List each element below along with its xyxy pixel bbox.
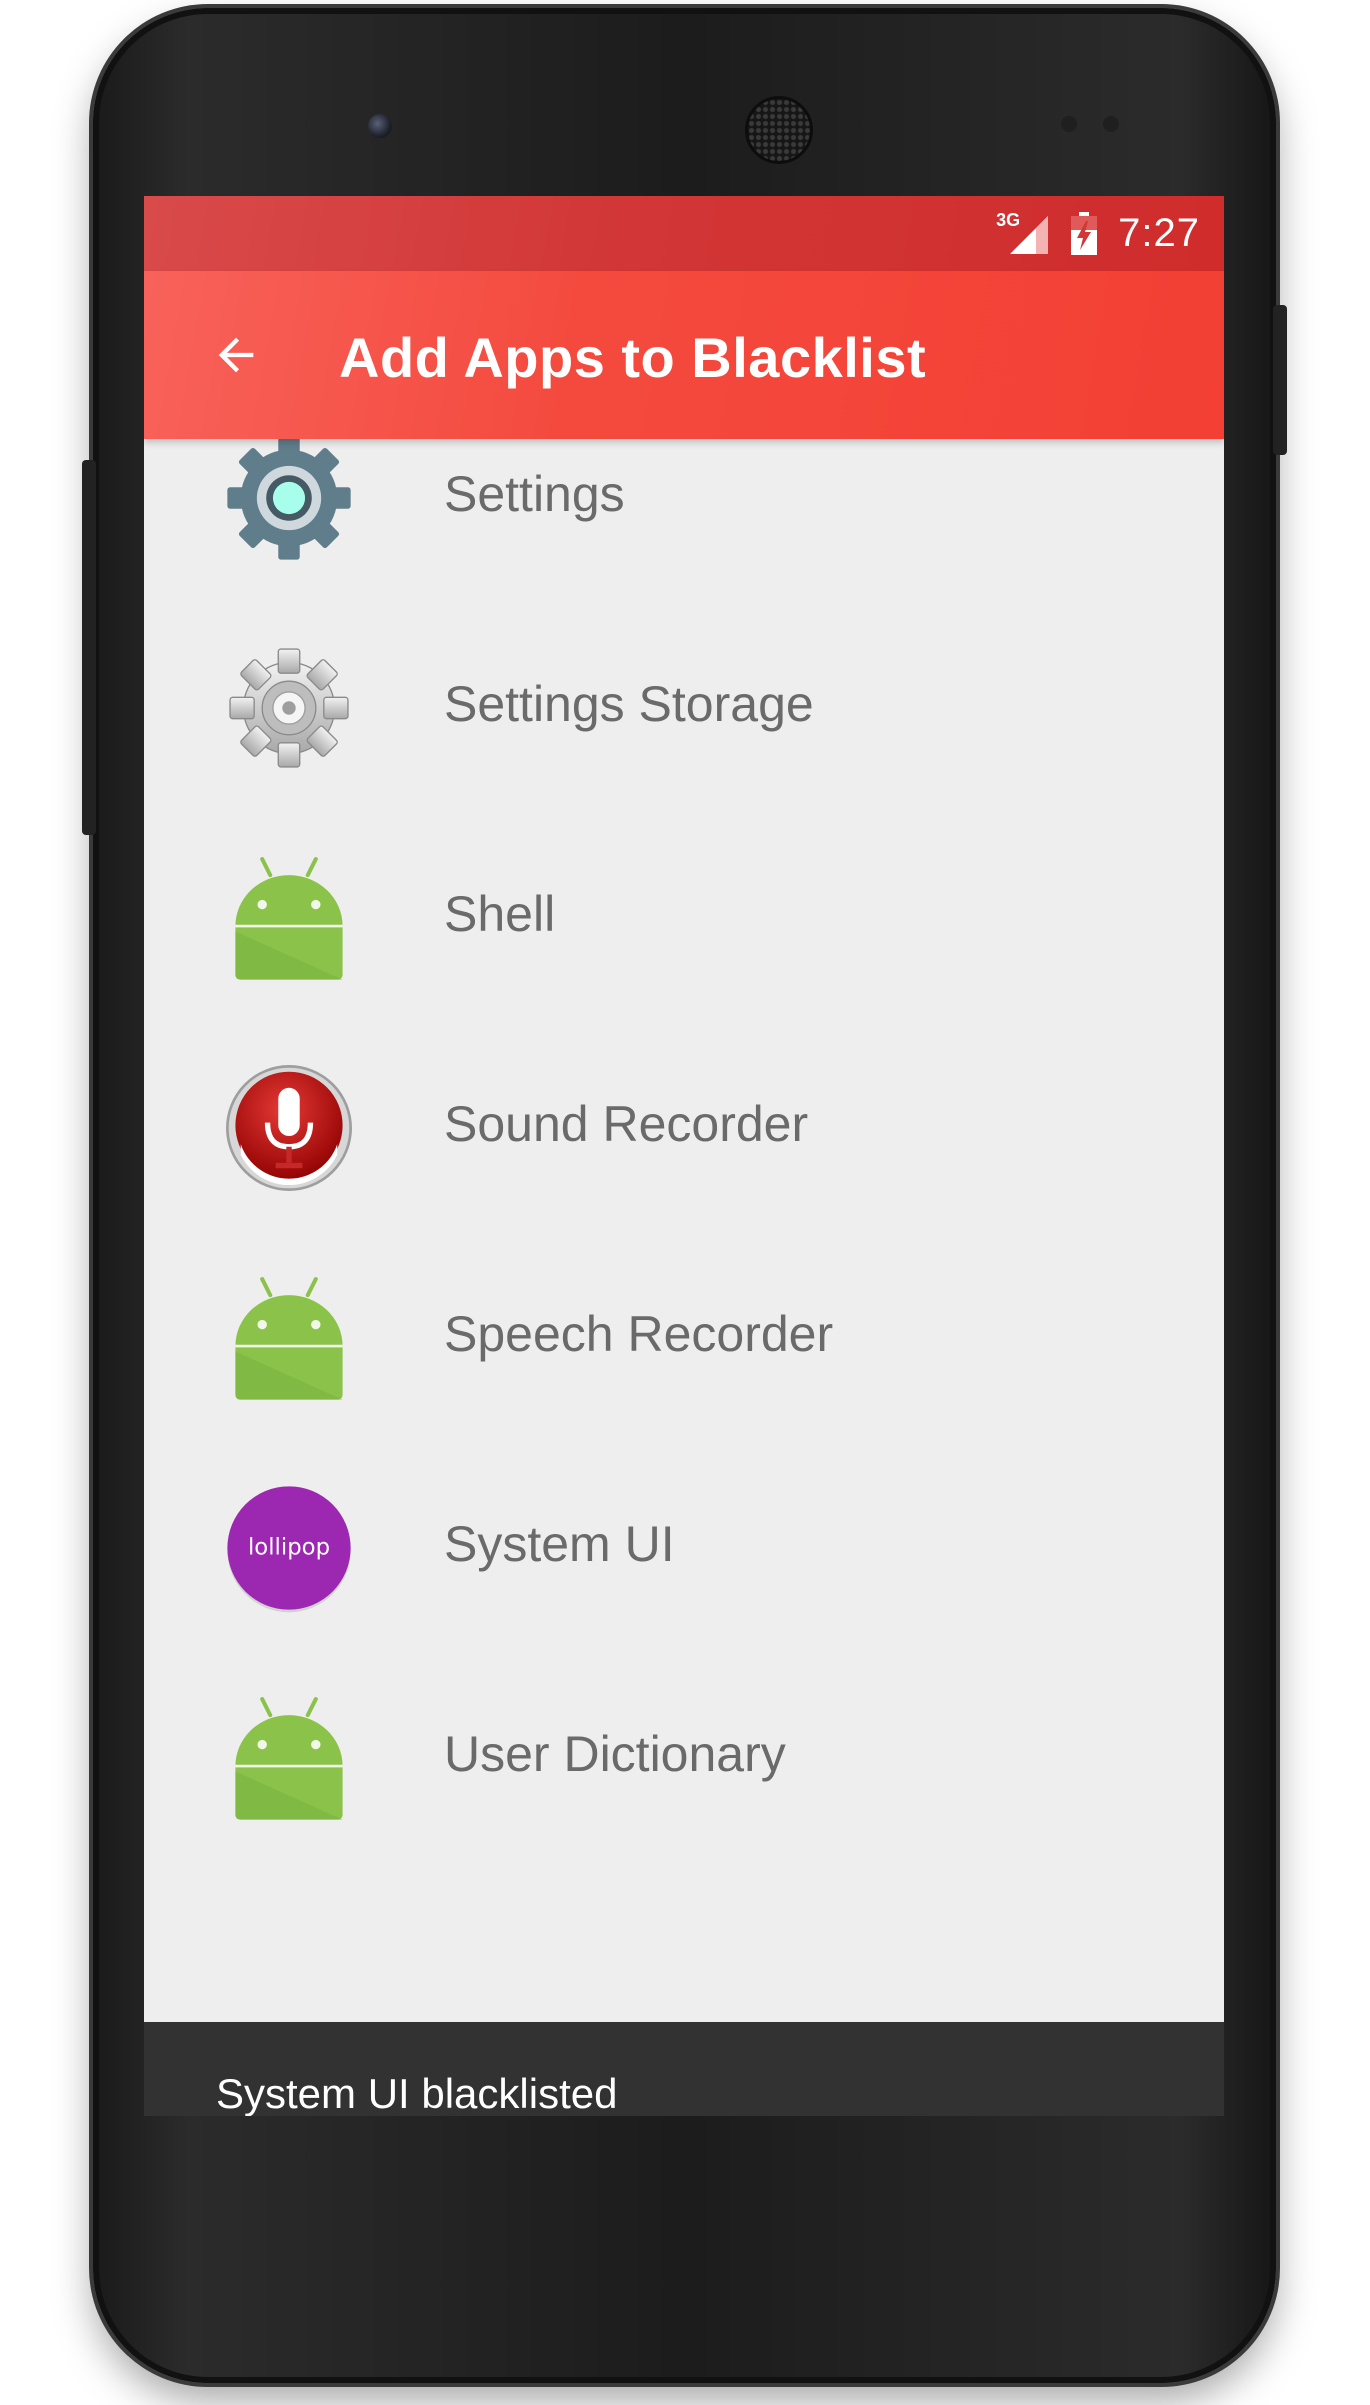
lollipop-icon: lollipop [222, 1481, 356, 1615]
microphone-icon [222, 1061, 356, 1195]
list-item-speech-recorder[interactable]: Speech Recorder [144, 1233, 1224, 1443]
app-list: Settings Settings Storage Shell Sound Re… [144, 436, 1224, 2022]
snackbar-message: System UI blacklisted [216, 2070, 618, 2116]
app-name: Shell [444, 886, 556, 942]
battery-charging-icon [1070, 211, 1098, 256]
android-robot-icon [222, 851, 356, 985]
settings-storage-gear-icon [222, 641, 356, 775]
arrow-left-icon [218, 337, 254, 373]
earpiece-speaker [745, 96, 813, 164]
app-name: System UI [444, 1516, 675, 1572]
back-button[interactable] [206, 325, 266, 385]
lollipop-logo-text: lollipop [248, 1535, 330, 1561]
network-type-label: 3G [996, 209, 1021, 230]
status-bar: 3G 7:27 [144, 196, 1224, 271]
app-name: Sound Recorder [444, 1096, 809, 1152]
cell-signal-icon: 3G [996, 210, 1050, 256]
list-item-user-dictionary[interactable]: User Dictionary [144, 1653, 1224, 1863]
list-item-settings-storage[interactable]: Settings Storage [144, 603, 1224, 813]
list-item-system-ui[interactable]: lollipop System UI [144, 1443, 1224, 1653]
proximity-sensor [1061, 116, 1077, 132]
list-item-shell[interactable]: Shell [144, 813, 1224, 1023]
app-name: Settings [444, 466, 625, 522]
android-robot-icon [222, 1271, 356, 1405]
front-camera [368, 114, 392, 138]
status-clock: 7:27 [1118, 211, 1200, 255]
app-toolbar: Add Apps to Blacklist [144, 271, 1224, 439]
app-name: User Dictionary [444, 1726, 786, 1782]
power-button [1273, 305, 1287, 455]
app-name: Speech Recorder [444, 1306, 834, 1362]
phone-screen: 3G 7:27 Add Apps to Blacklist Settings S… [144, 196, 1224, 2116]
app-name: Settings Storage [444, 676, 814, 732]
volume-button [82, 460, 96, 835]
list-item-sound-recorder[interactable]: Sound Recorder [144, 1023, 1224, 1233]
android-robot-icon [222, 1691, 356, 1825]
page-title: Add Apps to Blacklist [339, 326, 927, 389]
snackbar: System UI blacklisted [144, 2022, 1224, 2116]
light-sensor [1103, 116, 1119, 132]
settings-gear-icon [222, 431, 356, 565]
